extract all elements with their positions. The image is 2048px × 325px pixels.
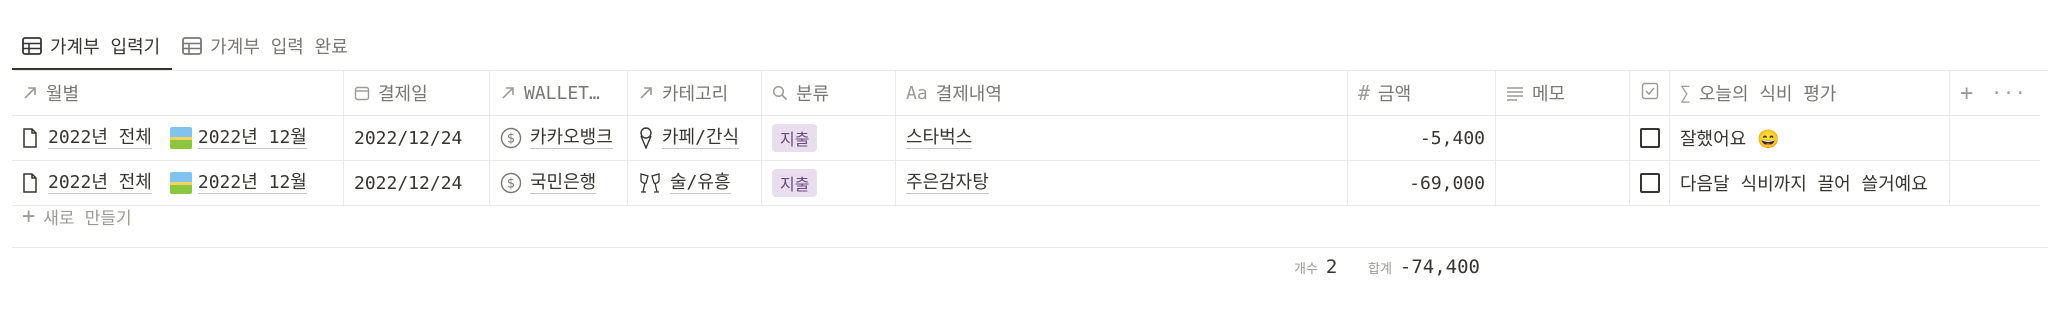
- evaluation-cell: 잘했어요 😄: [1670, 116, 1950, 160]
- arrow-up-right-icon: [638, 85, 654, 101]
- tab-label: 가계부 입력기: [50, 37, 161, 58]
- new-row-button[interactable]: + 새로 만들기: [22, 204, 132, 229]
- relation-month-year[interactable]: 2022년 전체: [48, 127, 152, 149]
- column-header-wallet[interactable]: WALLET…: [490, 71, 628, 115]
- column-header-check[interactable]: [1630, 71, 1670, 115]
- more-options-button[interactable]: ···: [1991, 83, 2027, 104]
- count-label: 개수: [1294, 262, 1318, 277]
- count-summary[interactable]: 개수 2: [1294, 256, 1337, 278]
- month-cell[interactable]: 2022년 전체 2022년 12월: [12, 161, 344, 205]
- wallet-link[interactable]: 국민은행: [530, 172, 597, 194]
- column-header-month[interactable]: 월별: [12, 71, 344, 115]
- type-cell[interactable]: 지출: [762, 116, 896, 160]
- hash-icon: #: [1358, 81, 1371, 105]
- column-label: 결제일: [378, 84, 428, 105]
- type-cell[interactable]: 지출: [762, 161, 896, 205]
- divider: [12, 247, 2048, 248]
- table-icon: [22, 37, 42, 55]
- ice-cream-icon: [638, 127, 654, 149]
- description-link[interactable]: 주은감자탕: [906, 172, 989, 194]
- landscape-image-icon: [169, 172, 192, 194]
- checkbox-icon: [1641, 82, 1659, 105]
- lines-icon: [1506, 85, 1524, 101]
- wallet-link[interactable]: 카카오뱅크: [530, 127, 613, 149]
- wallet-cell[interactable]: $ 카카오뱅크: [490, 116, 628, 160]
- row-checkbox[interactable]: [1639, 173, 1660, 193]
- sum-value: -74,400: [1399, 256, 1480, 278]
- column-header-memo[interactable]: 메모: [1496, 71, 1630, 115]
- landscape-image-icon: [169, 127, 192, 149]
- table-icon: [182, 37, 203, 55]
- column-header-category[interactable]: 카테고리: [628, 71, 762, 115]
- column-header-description[interactable]: Aa 결제내역: [896, 71, 1348, 115]
- column-label: 분류: [796, 84, 830, 105]
- relation-month[interactable]: 2022년 12월: [197, 127, 307, 149]
- column-label: 월별: [46, 84, 80, 105]
- column-header-type[interactable]: 분류: [762, 71, 896, 115]
- column-label: 카테고리: [662, 84, 729, 105]
- table-row[interactable]: 2022년 전체 2022년 12월 2022/12/24 $ 국민은행 술/유…: [12, 161, 2040, 206]
- calendar-icon: [354, 85, 370, 101]
- date-cell[interactable]: 2022/12/24: [344, 116, 490, 160]
- plus-icon: +: [22, 204, 36, 229]
- description-cell[interactable]: 스타벅스: [896, 116, 1348, 160]
- page-icon: [22, 173, 38, 193]
- text-icon: Aa: [906, 82, 928, 104]
- column-header-date[interactable]: 결제일: [344, 71, 490, 115]
- tab-label: 가계부 입력 완료: [210, 37, 348, 58]
- type-tag: 지출: [772, 124, 818, 152]
- type-tag: 지출: [772, 169, 818, 197]
- cheers-icon: [638, 172, 662, 194]
- arrow-up-right-icon: [22, 85, 38, 101]
- empty-cell: [1950, 116, 2040, 160]
- category-link[interactable]: 술/유흥: [670, 172, 731, 194]
- category-cell[interactable]: 술/유흥: [628, 161, 762, 205]
- column-label: WALLET…: [524, 82, 600, 104]
- column-label: 메모: [1532, 84, 1566, 105]
- evaluation-cell: 다음달 식비까지 끌어 쓸거예요: [1670, 161, 1950, 205]
- description-cell[interactable]: 주은감자탕: [896, 161, 1348, 205]
- svg-text:$: $: [507, 132, 515, 147]
- new-row-label: 새로 만들기: [43, 209, 132, 229]
- column-actions: + ···: [1950, 71, 2040, 115]
- empty-cell: [1950, 161, 2040, 205]
- relation-month-year[interactable]: 2022년 전체: [48, 172, 152, 194]
- column-header-amount[interactable]: # 금액: [1348, 71, 1496, 115]
- wallet-cell[interactable]: $ 국민은행: [490, 161, 628, 205]
- dollar-coin-icon: $: [500, 127, 522, 149]
- sum-summary[interactable]: 합계 -74,400: [1368, 256, 1480, 278]
- sigma-icon: ∑: [1680, 82, 1691, 104]
- relation-month[interactable]: 2022년 12월: [197, 172, 307, 194]
- tab-ledger-complete[interactable]: 가계부 입력 완료: [172, 24, 360, 70]
- month-cell[interactable]: 2022년 전체 2022년 12월: [12, 116, 344, 160]
- column-label: 금액: [1378, 84, 1412, 105]
- tab-ledger-input[interactable]: 가계부 입력기: [12, 24, 173, 70]
- category-cell[interactable]: 카페/간식: [628, 116, 762, 160]
- view-tabs: 가계부 입력기 가계부 입력 완료: [12, 24, 360, 70]
- category-link[interactable]: 카페/간식: [662, 127, 740, 149]
- dollar-coin-icon: $: [500, 172, 522, 194]
- svg-text:$: $: [507, 177, 515, 192]
- amount-cell[interactable]: -69,000: [1348, 161, 1496, 205]
- table-header: 월별 결제일 WALLET… 카테고리 분류 Aa 결제내역 # 금액 메모 ∑ 오늘…: [12, 71, 2040, 116]
- sum-label: 합계: [1368, 262, 1392, 277]
- row-checkbox[interactable]: [1639, 128, 1660, 148]
- search-icon: [772, 85, 788, 101]
- amount-cell[interactable]: -5,400: [1348, 116, 1496, 160]
- page-icon: [22, 128, 38, 148]
- check-cell: [1630, 116, 1670, 160]
- arrow-up-right-icon: [500, 85, 516, 101]
- column-label: 결제내역: [935, 84, 1002, 105]
- memo-cell[interactable]: [1496, 161, 1630, 205]
- column-header-evaluation[interactable]: ∑ 오늘의 식비 평가: [1670, 71, 1950, 115]
- column-label: 오늘의 식비 평가: [1698, 84, 1837, 105]
- table-row[interactable]: 2022년 전체 2022년 12월 2022/12/24 $ 카카오뱅크 카페…: [12, 116, 2040, 161]
- memo-cell[interactable]: [1496, 116, 1630, 160]
- check-cell: [1630, 161, 1670, 205]
- date-cell[interactable]: 2022/12/24: [344, 161, 490, 205]
- description-link[interactable]: 스타벅스: [906, 127, 973, 149]
- add-column-button[interactable]: +: [1960, 81, 1973, 106]
- ledger-table: 월별 결제일 WALLET… 카테고리 분류 Aa 결제내역 # 금액 메모 ∑ 오늘…: [12, 71, 2040, 206]
- count-value: 2: [1325, 256, 1338, 278]
